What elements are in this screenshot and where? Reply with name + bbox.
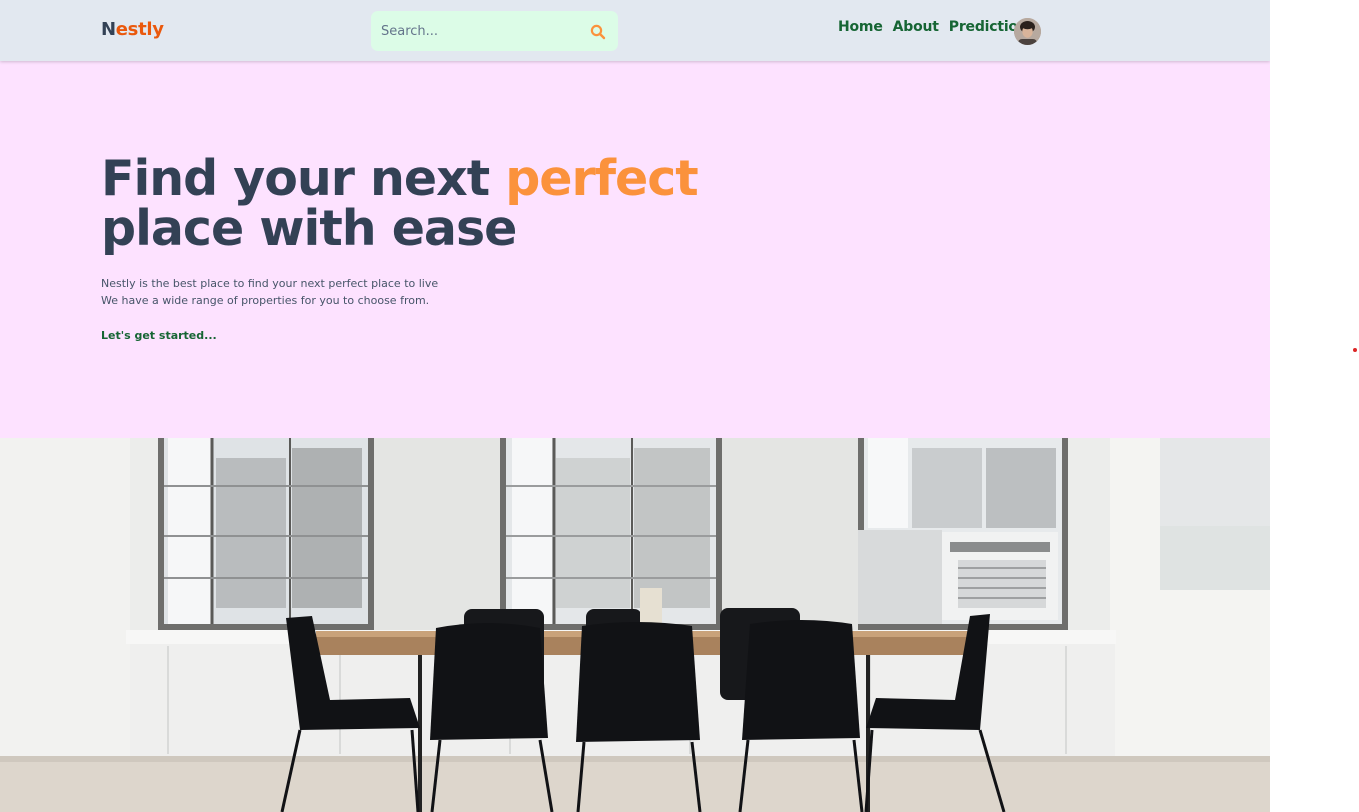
user-avatar[interactable] (1014, 18, 1041, 45)
nav-about-link[interactable]: About (893, 19, 939, 35)
brand-logo-initial: N (101, 19, 116, 40)
hero-description: Nestly is the best place to find your ne… (101, 275, 438, 309)
brand-logo[interactable]: Nestly (101, 19, 164, 40)
hero-description-line2: We have a wide range of properties for y… (101, 294, 430, 307)
hero-photo (0, 438, 1270, 812)
user-avatar-image (1014, 18, 1041, 45)
hero-title: Find your next perfect place with ease (101, 154, 699, 257)
dining-room-photo (0, 438, 1270, 812)
hero-title-part1: Find your next (101, 150, 506, 207)
hero-description-line1: Nestly is the best place to find your ne… (101, 277, 439, 290)
hero-title-accent: perfect (505, 150, 698, 207)
brand-logo-rest: estly (115, 19, 164, 40)
search-icon[interactable] (589, 23, 607, 41)
nav-home-link[interactable]: Home (838, 19, 883, 35)
top-navbar: Nestly Home About Prediction (0, 0, 1270, 61)
get-started-link[interactable]: Let's get started... (101, 329, 217, 342)
search-bar (371, 11, 618, 51)
search-input[interactable] (371, 11, 581, 51)
hero-title-part2: place with ease (101, 200, 517, 257)
hero-section: Find your next perfect place with ease N… (0, 61, 1270, 438)
indicator-dot (1353, 348, 1357, 352)
page: Nestly Home About Prediction (0, 0, 1270, 812)
main-nav: Home About Prediction (838, 19, 1028, 35)
